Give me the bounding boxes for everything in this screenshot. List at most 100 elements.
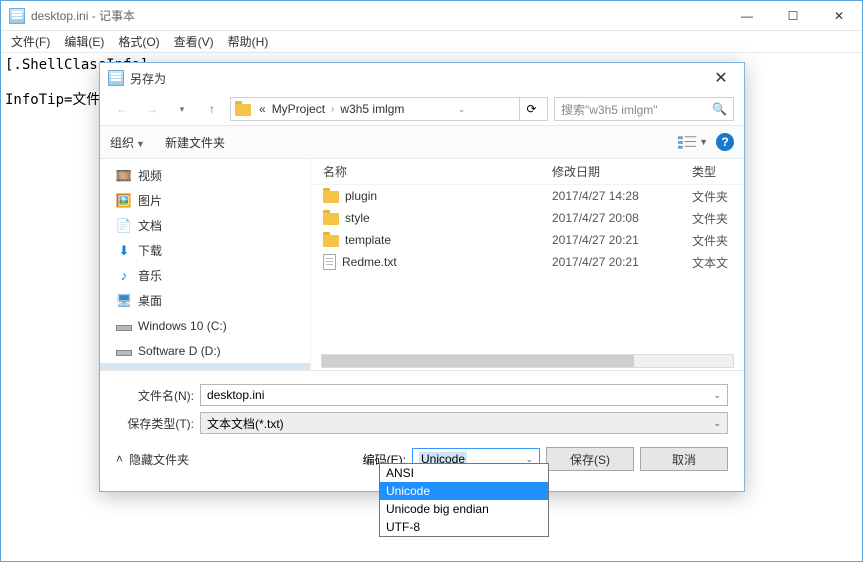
encoding-option-unicode[interactable]: Unicode	[380, 482, 548, 500]
new-folder-button[interactable]: 新建文件夹	[165, 134, 225, 151]
save-button[interactable]: 保存(S)	[546, 447, 634, 471]
file-type: 文件夹	[692, 232, 744, 249]
menu-edit[interactable]: 编辑(E)	[64, 33, 104, 50]
notepad-titlebar: desktop.ini - 记事本 — ☐ ✕	[1, 1, 862, 31]
filename-label: 文件名(N):	[116, 387, 194, 404]
scrollbar-thumb[interactable]	[322, 355, 634, 367]
refresh-button[interactable]: ⟳	[519, 98, 543, 120]
organize-menu[interactable]: 组织▼	[110, 134, 145, 151]
nav-up-button[interactable]: ↑	[200, 97, 224, 121]
column-name[interactable]: 名称	[311, 163, 552, 180]
drive-icon	[116, 368, 132, 371]
breadcrumb-seg-2[interactable]: w3h5 imlgm	[340, 102, 404, 116]
sidebar-item-documents[interactable]: 📄 文档	[100, 213, 310, 238]
sidebar-item-desktop[interactable]: 🖥 桌面	[100, 288, 310, 313]
sidebar-item-label: 音乐	[138, 267, 162, 284]
dialog-titlebar: 另存为 ✕	[100, 63, 744, 93]
drive-icon	[116, 318, 132, 334]
address-dropdown-button[interactable]: ⌄	[450, 98, 474, 120]
encoding-option-ansi[interactable]: ANSI	[380, 464, 548, 482]
nav-row: ← → ▾ ↑ « MyProject › w3h5 imlgm ⌄ ⟳ 搜索"…	[100, 93, 744, 125]
file-name: template	[345, 233, 391, 247]
filetype-label: 保存类型(T):	[116, 415, 194, 432]
file-row[interactable]: template 2017/4/27 20:21 文件夹	[311, 229, 744, 251]
file-icon	[323, 254, 336, 270]
help-button[interactable]: ?	[716, 133, 734, 151]
breadcrumb-seg-1[interactable]: MyProject	[272, 102, 325, 116]
sidebar-item-music[interactable]: ♪ 音乐	[100, 263, 310, 288]
file-row[interactable]: Redme.txt 2017/4/27 20:21 文本文	[311, 251, 744, 273]
nav-back-button[interactable]: ←	[110, 97, 134, 121]
minimize-button[interactable]: —	[724, 1, 770, 31]
video-icon: 🎞️	[116, 168, 132, 184]
chevron-down-icon[interactable]: ⌄	[713, 418, 721, 429]
music-icon: ♪	[116, 268, 132, 284]
address-bar[interactable]: « MyProject › w3h5 imlgm ⌄ ⟳	[230, 97, 548, 121]
sidebar: 🎞️ 视频 🖼️图片 📄 文档 ⬇ 下载 ♪ 音乐 🖥 桌面 Windows 10 (C:…	[100, 159, 310, 370]
notepad-title-text: desktop.ini - 记事本	[31, 7, 135, 24]
folder-icon	[323, 235, 339, 247]
menu-help[interactable]: 帮助(H)	[228, 33, 269, 50]
file-date: 2017/4/27 20:21	[552, 255, 692, 269]
encoding-dropdown[interactable]: ANSI Unicode Unicode big endian UTF-8	[379, 463, 549, 537]
sidebar-item-pictures[interactable]: 🖼️图片	[100, 188, 310, 213]
sidebar-item-label: 下载	[138, 242, 162, 259]
toolbar: 组织▼ 新建文件夹 ▼ ?	[100, 125, 744, 159]
view-mode-button[interactable]: ▼	[678, 132, 708, 152]
sidebar-item-drive-d[interactable]: Software D (D:)	[100, 338, 310, 363]
encoding-option-utf8[interactable]: UTF-8	[380, 518, 548, 536]
chevron-down-icon[interactable]: ⌄	[713, 390, 721, 401]
file-date: 2017/4/27 14:28	[552, 189, 692, 203]
drive-icon	[116, 343, 132, 359]
dialog-title-text: 另存为	[130, 70, 166, 87]
maximize-button[interactable]: ☐	[770, 1, 816, 31]
search-input[interactable]: 搜索"w3h5 imlgm" 🔍	[554, 97, 734, 121]
file-type: 文件夹	[692, 210, 744, 227]
notepad-icon	[9, 8, 25, 24]
menu-file[interactable]: 文件(F)	[11, 33, 50, 50]
nav-forward-button[interactable]: →	[140, 97, 164, 121]
download-icon: ⬇	[116, 243, 132, 259]
doc-icon: 📄	[116, 218, 132, 234]
filename-input[interactable]: desktop.ini ⌄	[200, 384, 728, 406]
sidebar-item-drive-c[interactable]: Windows 10 (C:)	[100, 313, 310, 338]
sidebar-item-downloads[interactable]: ⬇ 下载	[100, 238, 310, 263]
encoding-option-unicode-be[interactable]: Unicode big endian	[380, 500, 548, 518]
column-date[interactable]: 修改日期	[552, 163, 692, 180]
hide-folders-label: 隐藏文件夹	[129, 451, 189, 468]
close-button[interactable]: ✕	[816, 1, 862, 31]
form-area: 文件名(N): desktop.ini ⌄ 保存类型(T): 文本文档(*.txt…	[100, 371, 744, 437]
image-icon: 🖼️	[116, 193, 132, 209]
file-row[interactable]: plugin 2017/4/27 14:28 文件夹	[311, 185, 744, 207]
filetype-select[interactable]: 文本文档(*.txt)⌄	[200, 412, 728, 434]
sidebar-item-label: Windows 10 (C:)	[138, 319, 227, 333]
sidebar-item-drive-e[interactable]: Work&Ent E (E:)	[100, 363, 310, 370]
file-name: plugin	[345, 189, 377, 203]
breadcrumb-prefix: «	[259, 102, 266, 116]
desktop-icon: 🖥	[116, 293, 132, 309]
folder-icon	[323, 213, 339, 225]
file-type: 文件夹	[692, 188, 744, 205]
chevron-up-icon: ˄	[116, 452, 123, 466]
menu-view[interactable]: 查看(V)	[174, 33, 214, 50]
recent-locations-button[interactable]: ▾	[170, 97, 194, 121]
filename-value: desktop.ini	[207, 388, 264, 402]
file-list-header: 名称 修改日期 类型	[311, 159, 744, 185]
sidebar-item-label: 桌面	[138, 292, 162, 309]
sidebar-item-label: Software D (D:)	[138, 344, 221, 358]
sidebar-item-label: Work&Ent E (E:)	[138, 369, 226, 371]
sidebar-item-label: 文档	[138, 217, 162, 234]
horizontal-scrollbar[interactable]	[321, 354, 734, 368]
chevron-right-icon: ›	[331, 104, 334, 115]
file-date: 2017/4/27 20:08	[552, 211, 692, 225]
dialog-close-button[interactable]: ✕	[698, 63, 744, 93]
cancel-button[interactable]: 取消	[640, 447, 728, 471]
column-type[interactable]: 类型	[692, 163, 744, 180]
file-type: 文本文	[692, 254, 744, 271]
hide-folders-toggle[interactable]: ˄ 隐藏文件夹	[116, 451, 189, 468]
menu-format[interactable]: 格式(O)	[118, 33, 159, 50]
sidebar-item-label: 视频	[138, 167, 162, 184]
sidebar-item-video[interactable]: 🎞️ 视频	[100, 163, 310, 188]
file-row[interactable]: style 2017/4/27 20:08 文件夹	[311, 207, 744, 229]
file-list: 名称 修改日期 类型 plugin 2017/4/27 14:28 文件夹 st…	[310, 159, 744, 370]
